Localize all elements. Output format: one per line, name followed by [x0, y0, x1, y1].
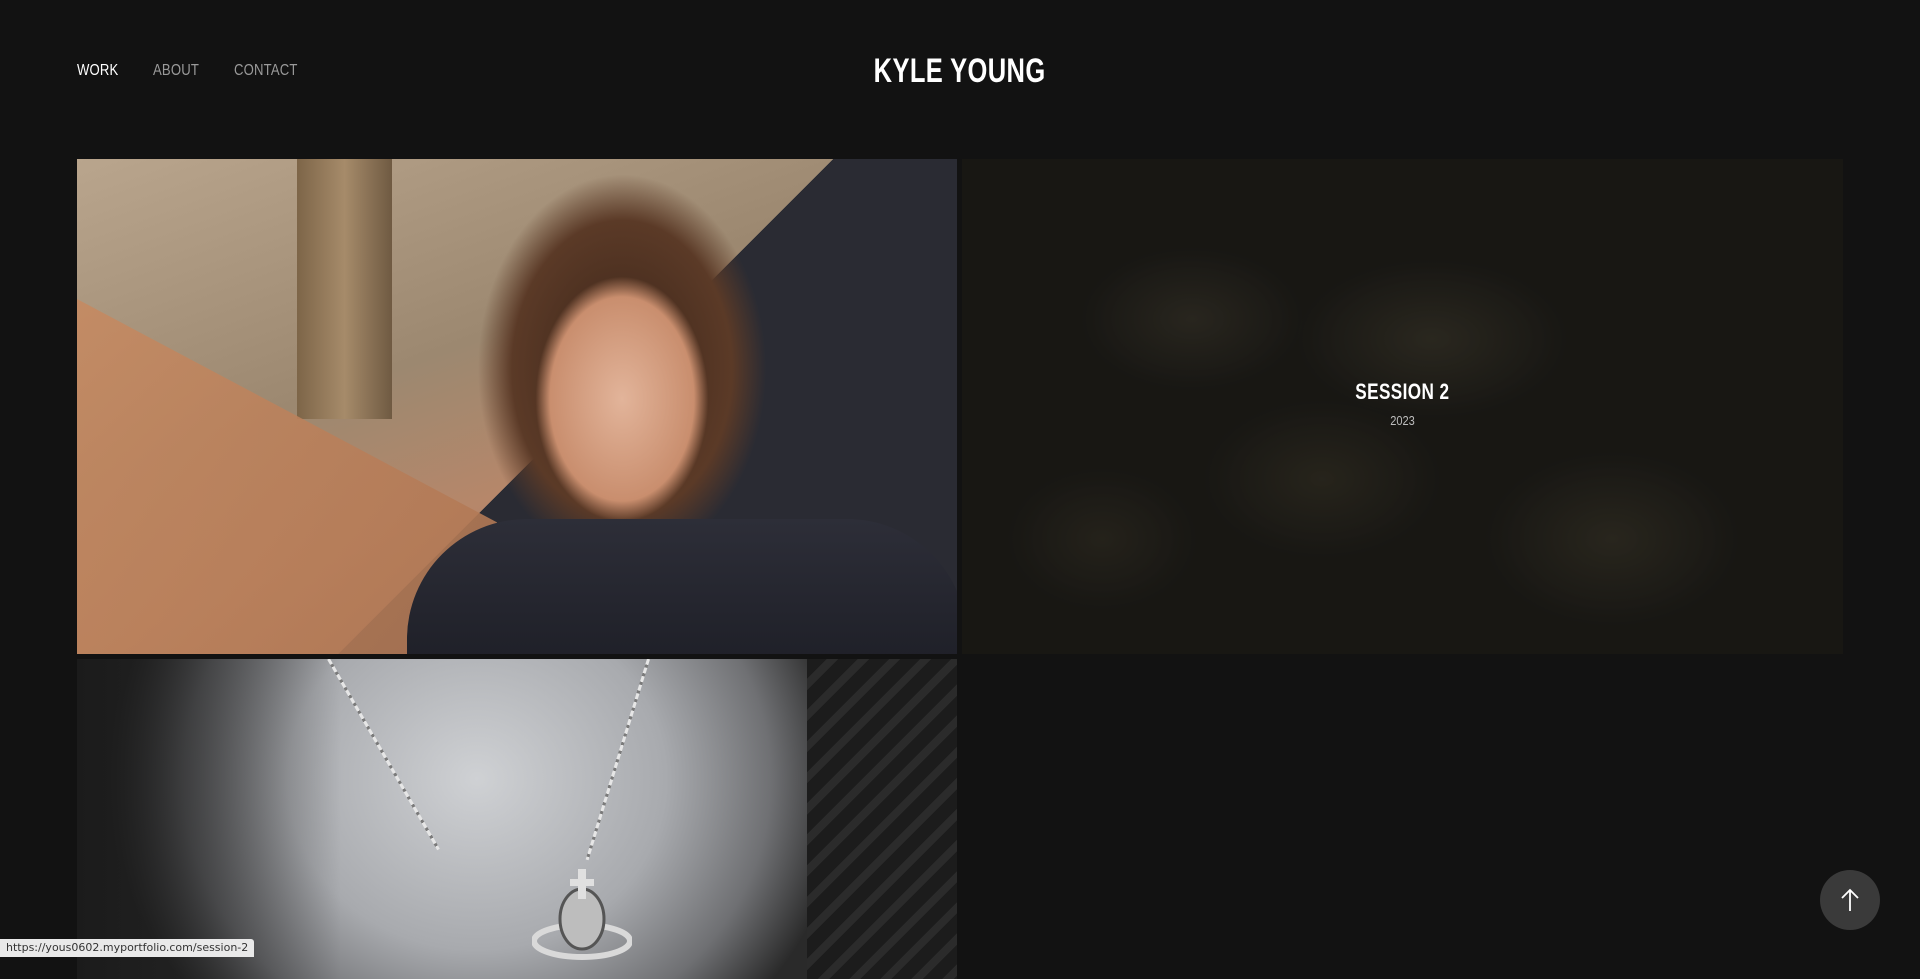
- arrow-up-icon: [1841, 888, 1859, 911]
- site-title[interactable]: KYLE YOUNG: [0, 52, 1920, 91]
- back-to-top-button[interactable]: [1820, 870, 1880, 930]
- necklace-photo: [77, 659, 957, 979]
- status-bar-url: https://yous0602.myportfolio.com/session…: [0, 939, 255, 957]
- orb-pendant-icon: [532, 869, 632, 960]
- tile-overlay: SESSION 2 2023: [962, 379, 1843, 428]
- leather-jacket-shape: [807, 659, 957, 979]
- wood-post-shape: [297, 159, 392, 419]
- site-title-text[interactable]: KYLE YOUNG: [874, 52, 1046, 91]
- project-tile-portrait[interactable]: [77, 159, 957, 654]
- chain-right: [585, 659, 650, 861]
- project-grid: SESSION 2 2023: [77, 159, 1843, 979]
- project-year: 2023: [1390, 413, 1415, 428]
- project-title: SESSION 2: [1355, 379, 1450, 404]
- project-tile-session-2[interactable]: SESSION 2 2023: [962, 159, 1843, 654]
- project-tile-necklace[interactable]: [77, 659, 957, 979]
- portrait-photo: [77, 159, 957, 654]
- chain-left: [327, 659, 440, 851]
- jacket-shape: [407, 519, 957, 654]
- site-header: WORK ABOUT CONTACT KYLE YOUNG: [0, 0, 1920, 150]
